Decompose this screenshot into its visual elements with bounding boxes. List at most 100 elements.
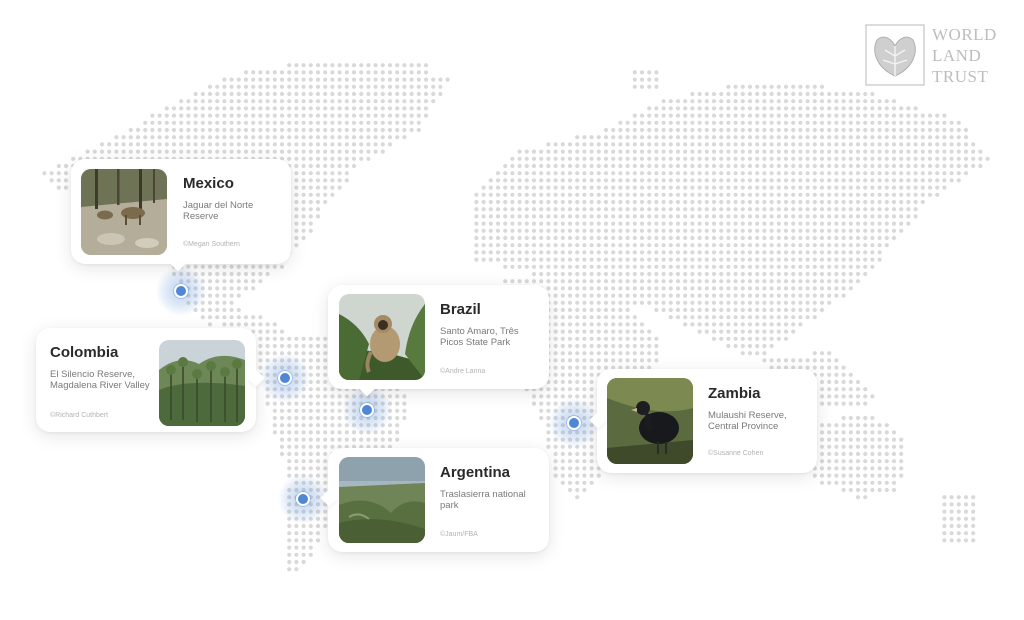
map-dot [351, 70, 357, 75]
map-dot [409, 106, 414, 111]
map-dot [229, 106, 234, 111]
map-dot [812, 228, 817, 233]
map-dot [387, 127, 393, 133]
map-dot [697, 113, 702, 118]
map-dot [805, 178, 810, 183]
map-dot [402, 120, 407, 125]
map-dot [625, 178, 630, 183]
map-dot [647, 264, 652, 269]
map-dot [971, 516, 976, 521]
map-dot [387, 120, 393, 125]
map-dot [675, 142, 681, 147]
map-dot [380, 430, 385, 435]
map-pin-argentina[interactable] [296, 492, 310, 506]
map-dot [301, 185, 306, 190]
map-dot [575, 459, 580, 464]
map-dot [654, 70, 659, 75]
map-dot [510, 279, 515, 284]
map-dot [294, 451, 299, 457]
map-dot [215, 135, 220, 140]
map-dot [488, 178, 493, 183]
map-dot [956, 149, 961, 154]
map-dot [798, 199, 803, 205]
map-dot [582, 372, 587, 377]
map-dot [215, 127, 220, 133]
map-dot [711, 178, 717, 183]
map-dot [315, 401, 321, 406]
map-dot [589, 322, 594, 327]
location-card-zambia[interactable]: Zambia Mulaushi Reserve, Central Provinc… [589, 369, 817, 473]
map-dot [323, 523, 328, 529]
map-dot [827, 221, 832, 226]
map-dot [301, 142, 306, 147]
map-dot [827, 379, 832, 385]
map-dot [704, 135, 709, 140]
map-dot [819, 466, 825, 471]
map-dot [553, 163, 558, 169]
map-dot [560, 264, 565, 269]
map-dot [776, 135, 781, 140]
map-dot [531, 228, 537, 233]
map-dot [841, 293, 846, 298]
map-dot [690, 149, 695, 154]
map-dot [647, 113, 652, 118]
map-dot [575, 365, 580, 370]
location-card-mexico[interactable]: Mexico Jaguar del Norte Reserve ©Megan S… [71, 159, 291, 272]
location-card-argentina[interactable]: Argentina Traslasierra national park ©Ja… [320, 448, 549, 552]
map-dot [755, 243, 760, 248]
map-dot [863, 401, 868, 406]
map-dot [841, 437, 846, 442]
location-card-colombia[interactable]: Colombia El Silencio Reserve, Magdalena … [36, 328, 265, 432]
map-dot [690, 257, 695, 262]
map-dot [783, 178, 789, 183]
map-dot [668, 156, 673, 161]
map-dot [373, 120, 378, 125]
map-dot [891, 135, 897, 140]
map-dot [560, 358, 565, 363]
map-dot [827, 451, 832, 457]
map-dot [755, 336, 760, 341]
map-dot [603, 135, 609, 140]
map-dot [884, 480, 889, 485]
photo-credit: ©Richard Cuthbert [50, 412, 109, 419]
map-pin-colombia[interactable] [278, 371, 292, 385]
location-card-brazil[interactable]: Brazil Santo Amaro, Três Picos State Par… [328, 285, 549, 397]
map-dot [690, 91, 695, 97]
map-dot [567, 307, 573, 313]
map-dot [265, 120, 270, 125]
map-dot [812, 264, 817, 269]
map-dot [481, 185, 486, 190]
map-dot [913, 156, 918, 161]
map-dot [625, 127, 630, 133]
map-dot [567, 221, 573, 226]
map-dot [719, 199, 724, 205]
map-pin-mexico[interactable] [174, 284, 188, 298]
map-dot [726, 271, 731, 277]
map-dot [546, 264, 551, 269]
map-dot [294, 214, 299, 219]
map-dot [769, 286, 774, 291]
map-dot [553, 286, 558, 291]
map-dot [279, 127, 285, 133]
map-dot [791, 207, 796, 212]
map-dot [539, 394, 544, 399]
map-dot [337, 99, 342, 104]
map-dot [855, 444, 861, 449]
map-dot [834, 286, 839, 291]
map-dot [733, 99, 738, 104]
map-dot [798, 171, 803, 176]
map-dot [488, 250, 493, 255]
map-dot [387, 77, 393, 82]
map-dot [769, 127, 774, 133]
map-dot [323, 171, 328, 176]
map-dot [863, 113, 868, 118]
map-dot [726, 286, 731, 291]
map-pin-zambia[interactable] [567, 416, 581, 430]
map-dot [517, 235, 522, 241]
map-dot [517, 214, 522, 219]
map-dot [812, 358, 817, 363]
map-pin-brazil[interactable] [360, 403, 374, 417]
map-dot [841, 178, 846, 183]
map-dot [906, 135, 911, 140]
map-dot [582, 171, 587, 176]
